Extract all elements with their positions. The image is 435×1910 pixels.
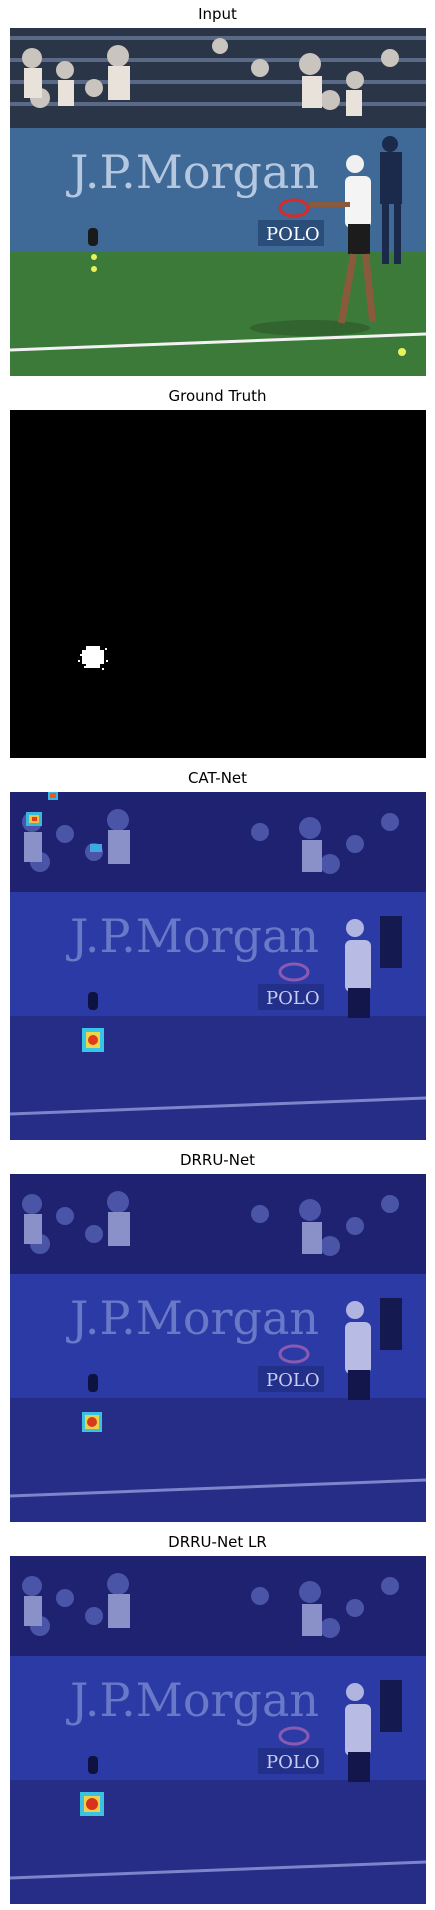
heatmap-overlay-image: J.P.Morgan POLO [10,792,426,1140]
svg-text:POLO: POLO [266,1752,320,1773]
panel-title: CAT-Net [187,769,248,787]
svg-text:J.P.Morgan: J.P.Morgan [66,909,319,963]
panel-cat-net: CAT-Net J.P.Morgan POLO [0,764,435,1146]
tennis-scene: J.P.Morgan POLO [10,28,426,376]
svg-text:J.P.Morgan: J.P.Morgan [66,1673,319,1727]
drru-net-heatmap: J.P.Morgan POLO [10,1174,426,1522]
panel-drru-net: DRRU-Net J.P.Morgan POLO [0,1146,435,1528]
ground-truth-mask [10,410,426,758]
scene-base: J.P.Morgan POLO [10,28,426,376]
panel-title: DRRU-Net [179,1151,256,1169]
panel-drru-net-lr: DRRU-Net LR J.P.Morgan POLO [0,1528,435,1910]
svg-text:J.P.Morgan: J.P.Morgan [66,145,319,199]
panel-input: Input J.P.Morgan POLO [0,0,435,382]
svg-text:POLO: POLO [266,988,320,1009]
heatmap-overlay-image: J.P.Morgan POLO [10,1556,426,1904]
heat-hotspot-ball [82,1412,102,1432]
panel-title: Ground Truth [168,387,267,405]
svg-text:J.P.Morgan: J.P.Morgan [66,1291,319,1345]
cat-net-heatmap: J.P.Morgan POLO [10,792,426,1140]
panel-title: DRRU-Net LR [168,1533,267,1551]
svg-text:POLO: POLO [266,224,320,245]
panel-title: Input [198,5,237,23]
heat-hotspot-ball [80,1792,104,1816]
drru-net-lr-heatmap: J.P.Morgan POLO [10,1556,426,1904]
heat-hotspot-ball [82,1028,104,1052]
svg-text:POLO: POLO [266,1370,320,1391]
panel-ground-truth: Ground Truth [0,382,435,764]
input-image: J.P.Morgan POLO [10,28,426,376]
heatmap-overlay-image: J.P.Morgan POLO [10,1174,426,1522]
mask-image [10,410,426,758]
